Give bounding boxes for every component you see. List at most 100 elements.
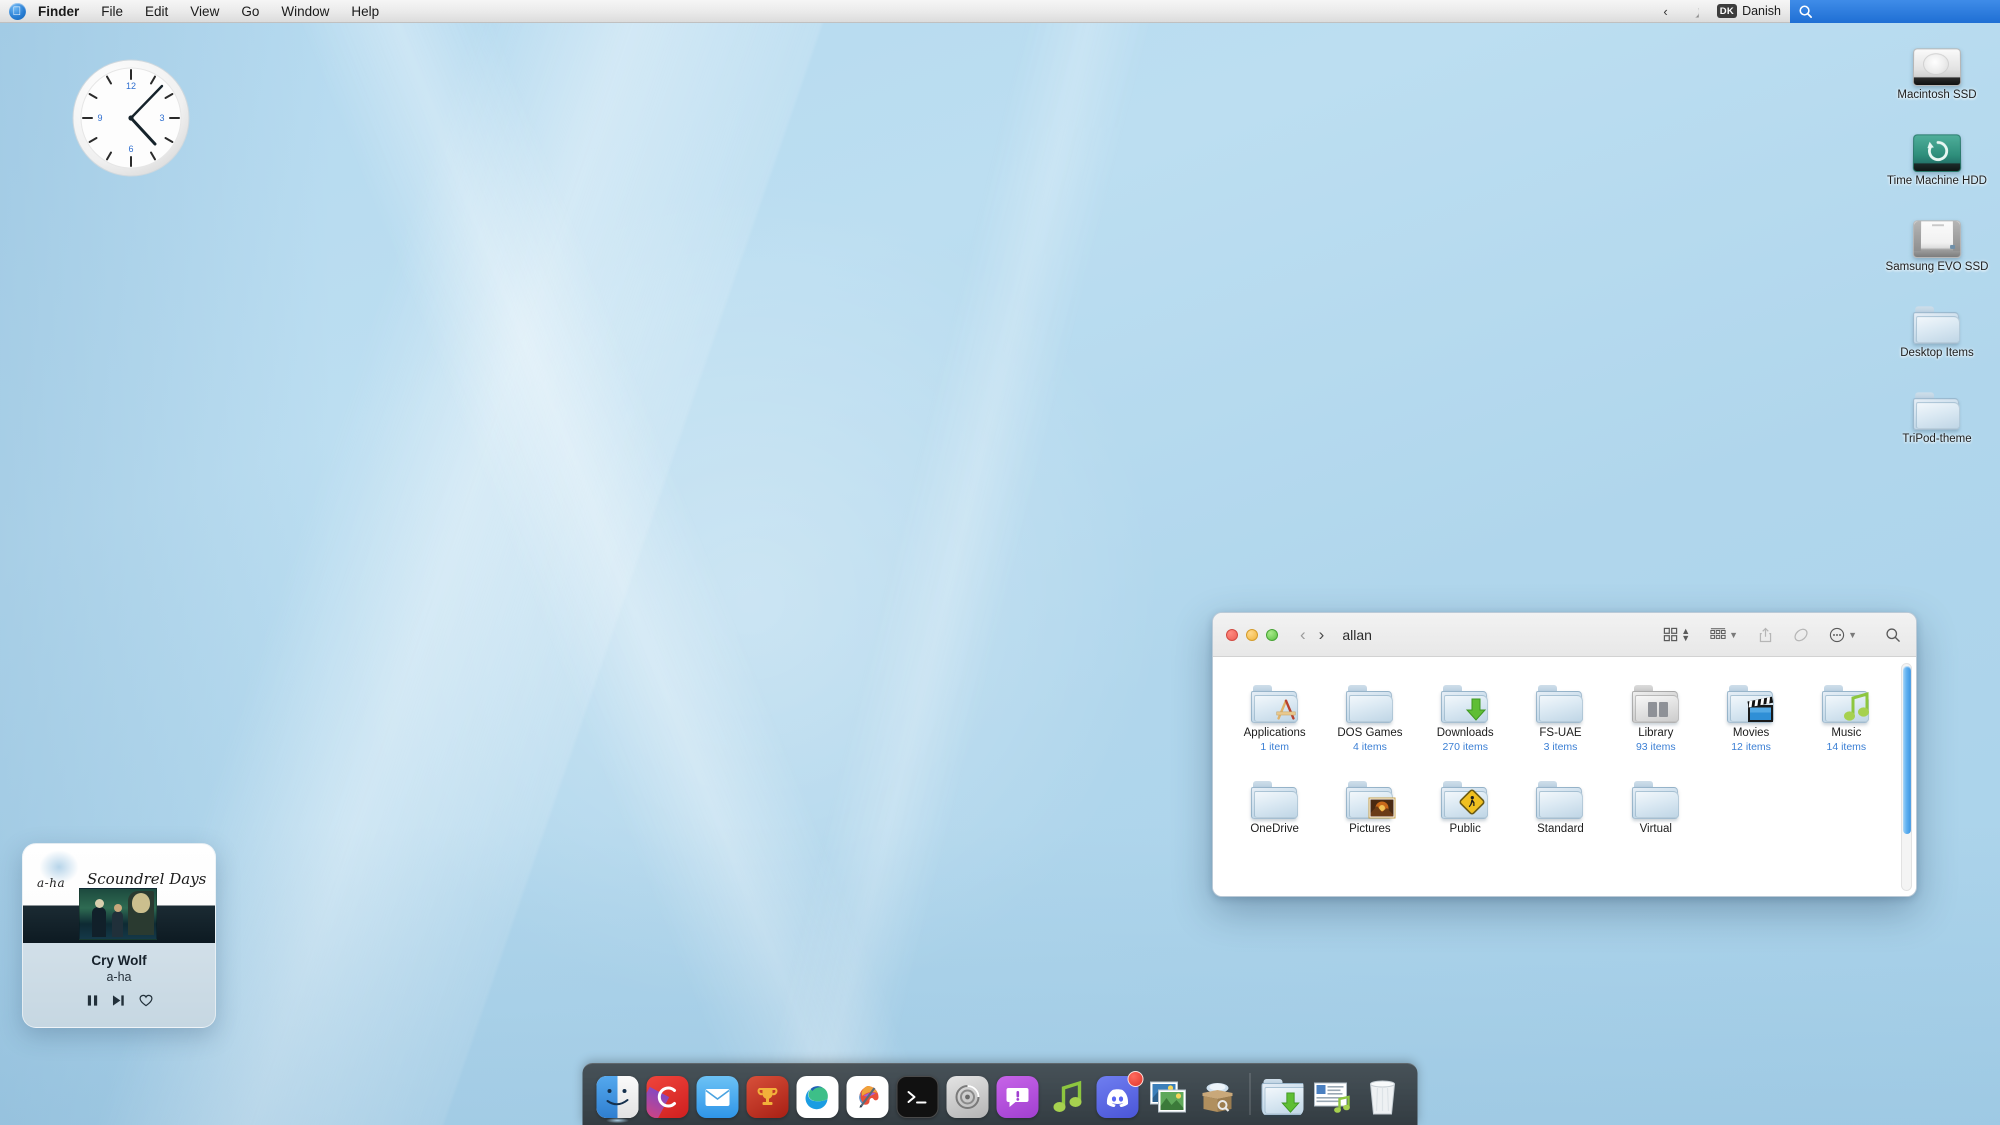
menu-app-name[interactable]: Finder xyxy=(34,0,90,22)
finder-item-dos-games[interactable]: DOS Games 4 items xyxy=(1322,671,1417,753)
applications-emblem-icon xyxy=(1273,697,1299,723)
finder-item-name: Applications xyxy=(1244,727,1306,741)
finder-item-downloads[interactable]: Downloads 270 items xyxy=(1418,671,1513,753)
now-playing-widget[interactable]: a-ha Scoundrel Days Cry Wolf a-ha xyxy=(22,843,216,1028)
finder-item-standard[interactable]: Standard xyxy=(1513,767,1608,837)
finder-item-fs-uae[interactable]: FS-UAE 3 items xyxy=(1513,671,1608,753)
finder-item-name: Library xyxy=(1638,727,1673,741)
dock-item-terminal[interactable] xyxy=(895,1074,941,1120)
apple-menu-button[interactable]:  xyxy=(0,0,34,22)
forward-button[interactable]: › xyxy=(1319,626,1325,643)
finder-search-button[interactable] xyxy=(1867,622,1903,648)
photo-emblem-icon xyxy=(1368,797,1396,819)
dock-item-unarchiver[interactable] xyxy=(1195,1074,1241,1120)
dock-item-system-settings[interactable] xyxy=(945,1074,991,1120)
finder-item-movies[interactable]: Movies 12 items xyxy=(1703,671,1798,753)
scrollbar-thumb[interactable] xyxy=(1903,666,1911,834)
desktop-icon-label: Samsung EVO SSD xyxy=(1886,261,1989,274)
back-button[interactable]: ‹ xyxy=(1300,626,1306,643)
red-c-icon xyxy=(647,1076,689,1118)
finder-item-virtual[interactable]: Virtual xyxy=(1608,767,1703,837)
finder-item-name: DOS Games xyxy=(1337,727,1402,741)
wallpaper-stripe-3 xyxy=(620,0,1220,1125)
menu-edit[interactable]: Edit xyxy=(134,0,179,22)
pedestrian-sign-emblem-icon xyxy=(1457,787,1487,817)
dock-item-paint-app[interactable] xyxy=(845,1074,891,1120)
downloads-stack-icon xyxy=(1262,1076,1304,1118)
favorite-button[interactable] xyxy=(139,994,153,1012)
tag-button[interactable] xyxy=(1783,622,1819,648)
dock-item-mail[interactable] xyxy=(695,1074,741,1120)
apple-logo-icon:  xyxy=(9,3,26,20)
desktop-icon-samsung-evo-ssd[interactable]: Samsung EVO SSD xyxy=(1882,202,1992,274)
finder-item-pictures[interactable]: Pictures xyxy=(1322,767,1417,837)
spotlight-search-button[interactable] xyxy=(1790,0,2000,23)
folder-icon xyxy=(1243,671,1307,723)
desktop-icon-tripod-theme[interactable]: TriPod-theme xyxy=(1882,374,1992,446)
dock-item-cleanmymac[interactable] xyxy=(645,1074,691,1120)
finder-item-library[interactable]: Library 93 items xyxy=(1608,671,1703,753)
do-not-disturb-status[interactable] xyxy=(1677,0,1708,22)
finder-item-music[interactable]: Music 14 items xyxy=(1799,671,1894,753)
menu-bar-left:  Finder File Edit View Go Window Help xyxy=(0,0,390,22)
pause-button[interactable] xyxy=(86,994,99,1012)
finder-item-count: 270 items xyxy=(1442,741,1488,754)
dock-item-edge[interactable] xyxy=(795,1074,841,1120)
finder-icon xyxy=(597,1076,639,1118)
clock-widget[interactable]: 12 3 6 9 xyxy=(70,57,192,179)
desktop-icon-desktop-items[interactable]: Desktop Items xyxy=(1882,288,1992,360)
input-source-status[interactable]: DK Danish xyxy=(1708,0,1790,22)
share-button[interactable] xyxy=(1748,622,1783,648)
folder-icon xyxy=(1528,671,1592,723)
more-actions-button[interactable]: ▼ xyxy=(1819,622,1867,648)
vertical-scrollbar[interactable] xyxy=(1901,663,1912,891)
dock-item-photos[interactable] xyxy=(1145,1074,1191,1120)
finder-item-count: 93 items xyxy=(1636,741,1676,754)
finder-item-onedrive[interactable]: OneDrive xyxy=(1227,767,1322,837)
dock-stack-documents[interactable] xyxy=(1310,1074,1356,1120)
finder-item-applications[interactable]: Applications 1 item xyxy=(1227,671,1322,753)
menu-file[interactable]: File xyxy=(90,0,134,22)
finder-toolbar: ‹ › allan ▲▼ xyxy=(1213,613,1916,657)
folder-icon xyxy=(1243,767,1307,819)
desktop-icon-time-machine-hdd[interactable]: Time Machine HDD xyxy=(1882,116,1992,188)
finder-content-area[interactable]: Applications 1 item DOS Games 4 items xyxy=(1213,657,1916,897)
album-art-band-text: a-ha xyxy=(37,876,65,890)
desktop-icon-macintosh-ssd[interactable]: Macintosh SSD xyxy=(1882,30,1992,102)
menu-go[interactable]: Go xyxy=(230,0,270,22)
chevron-down-icon: ▼ xyxy=(1729,630,1738,640)
dock-item-finder[interactable] xyxy=(595,1074,641,1120)
icon-view-icon xyxy=(1663,627,1678,642)
minimize-button[interactable] xyxy=(1246,629,1258,641)
settings-gear-icon xyxy=(947,1076,989,1118)
close-button[interactable] xyxy=(1226,629,1238,641)
window-title: allan xyxy=(1342,627,1372,643)
dock-item-trophy-app[interactable] xyxy=(745,1074,791,1120)
zoom-button[interactable] xyxy=(1266,629,1278,641)
view-options-button[interactable]: ▲▼ xyxy=(1653,622,1700,648)
menu-help[interactable]: Help xyxy=(340,0,390,22)
dock-item-trash[interactable] xyxy=(1360,1074,1406,1120)
folder-icon xyxy=(1338,671,1402,723)
dock-item-messages[interactable] xyxy=(995,1074,1041,1120)
more-ellipsis-icon xyxy=(1829,627,1845,643)
desktop-icon-label: TriPod-theme xyxy=(1902,433,1971,446)
finder-item-name: Public xyxy=(1450,823,1481,837)
next-track-button[interactable] xyxy=(112,994,126,1012)
books-emblem-icon xyxy=(1645,692,1671,718)
menu-window[interactable]: Window xyxy=(270,0,340,22)
desktop[interactable]:  Finder File Edit View Go Window Help ‹… xyxy=(0,0,2000,1125)
menu-view[interactable]: View xyxy=(179,0,230,22)
dock-stack-downloads[interactable] xyxy=(1260,1074,1306,1120)
group-by-button[interactable]: ▼ xyxy=(1700,622,1748,648)
dock-item-music[interactable] xyxy=(1045,1074,1091,1120)
dock-item-discord[interactable] xyxy=(1095,1074,1141,1120)
menu-extras-chevron-button[interactable]: ‹ xyxy=(1654,0,1676,22)
finder-item-name: FS-UAE xyxy=(1539,727,1581,741)
finder-window[interactable]: ‹ › allan ▲▼ xyxy=(1212,612,1917,897)
finder-item-name: Pictures xyxy=(1349,823,1391,837)
dock xyxy=(583,1063,1418,1125)
playback-controls xyxy=(23,994,215,1012)
finder-item-public[interactable]: Public xyxy=(1418,767,1513,837)
music-note-icon xyxy=(1047,1076,1089,1118)
